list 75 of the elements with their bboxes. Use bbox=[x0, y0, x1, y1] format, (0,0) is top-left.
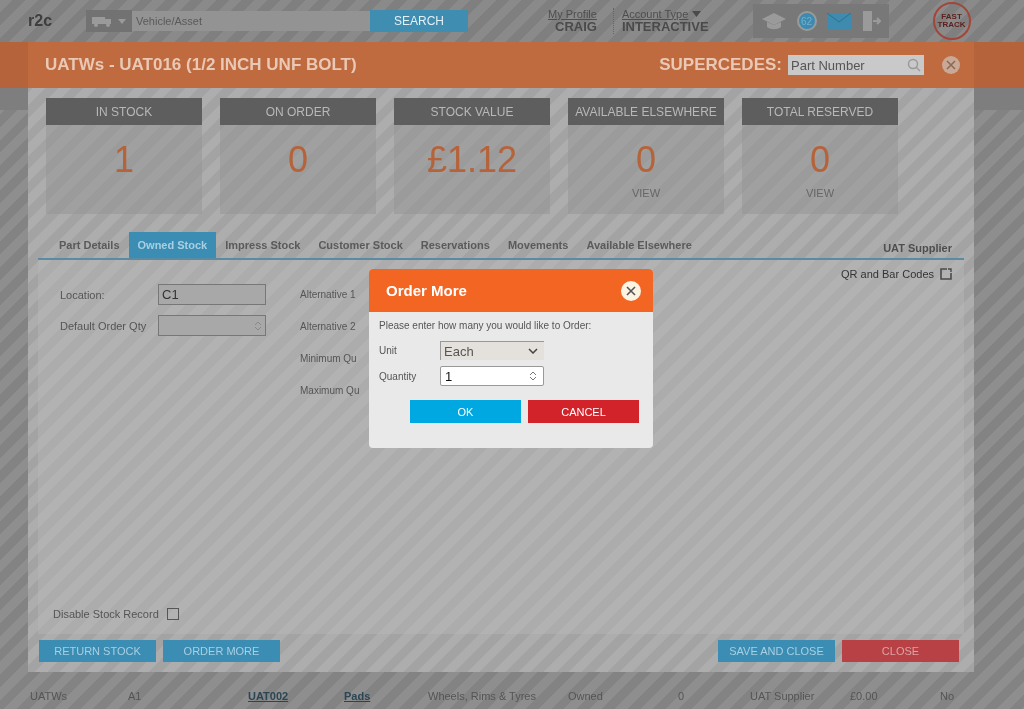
supplier-label: UAT Supplier bbox=[883, 242, 952, 256]
caret-icon bbox=[118, 18, 126, 24]
stat-value: 0 bbox=[810, 139, 830, 181]
text-field[interactable]: C1 bbox=[158, 284, 266, 305]
search-field[interactable]: Vehicle/Asset bbox=[132, 11, 370, 31]
unit-label: Unit bbox=[379, 345, 398, 356]
fast-track-badge[interactable]: FAST TRACK bbox=[932, 2, 971, 40]
qr-codes-link[interactable]: QR and Bar Codes bbox=[841, 268, 934, 280]
action-button[interactable]: CLOSE bbox=[842, 640, 959, 662]
mail-icon[interactable] bbox=[826, 13, 851, 29]
exit-icon[interactable] bbox=[860, 10, 881, 32]
cancel-button[interactable]: CANCEL bbox=[528, 400, 639, 423]
table-cell-text: A1 bbox=[128, 689, 143, 703]
field-label: Default Order Qty bbox=[60, 319, 148, 332]
search-button[interactable]: SEARCH bbox=[370, 10, 468, 32]
modal-title: UATWs - UAT016 (1/2 INCH UNF BOLT) bbox=[45, 55, 358, 75]
unit-dropdown[interactable]: Each bbox=[440, 341, 544, 360]
account-type: INTERACTIVE bbox=[621, 19, 709, 35]
stat-value: 0 bbox=[636, 139, 656, 181]
stat-label: STOCK VALUE bbox=[394, 98, 550, 125]
tab[interactable]: Reservations bbox=[411, 232, 499, 258]
stat-value: £1.12 bbox=[426, 139, 518, 181]
supercedes-label: SUPERCEDES: bbox=[659, 55, 782, 75]
logo[interactable]: r2c bbox=[28, 12, 80, 30]
dialog-title: Order More bbox=[386, 282, 467, 299]
checkbox[interactable] bbox=[166, 608, 179, 620]
external-link-icon[interactable] bbox=[940, 268, 952, 280]
field-label: Maximum Qu bbox=[300, 384, 360, 398]
user-name: CRAIG bbox=[555, 19, 597, 35]
field-label: Alternative 1 bbox=[300, 288, 357, 302]
part-number-field[interactable]: Part Number bbox=[788, 55, 904, 75]
tab[interactable]: Customer Stock bbox=[309, 232, 412, 258]
table-cell-text: UAT Supplier bbox=[750, 689, 816, 703]
stat-value: 0 bbox=[288, 139, 308, 181]
search-icon[interactable] bbox=[904, 55, 924, 75]
graduation-cap-icon[interactable] bbox=[760, 11, 787, 31]
action-button[interactable]: ORDER MORE bbox=[163, 640, 280, 662]
profile-link[interactable]: My Profile bbox=[548, 7, 597, 20]
stat-label: IN STOCK bbox=[46, 98, 202, 125]
field-label: Minimum Qu bbox=[300, 352, 358, 366]
number-field[interactable] bbox=[158, 315, 266, 336]
table-link[interactable]: UAT002 bbox=[248, 689, 344, 703]
view-link[interactable]: VIEW bbox=[805, 187, 835, 199]
tab[interactable]: Impress Stock bbox=[216, 232, 310, 258]
truck-icon bbox=[92, 15, 114, 27]
stat-label: AVAILABLE ELSEWHERE bbox=[568, 98, 724, 125]
tab[interactable]: Movements bbox=[498, 232, 578, 258]
view-link[interactable]: VIEW bbox=[631, 187, 661, 199]
table-cell-text: Wheels, Rims & Tyres bbox=[428, 689, 537, 703]
table-cell-text: Owned bbox=[568, 689, 604, 703]
tab[interactable]: Available Elsewhere bbox=[577, 232, 701, 258]
stat-label: TOTAL RESERVED bbox=[742, 98, 898, 125]
spinner-icon bbox=[529, 370, 537, 382]
field-label: Location: bbox=[60, 288, 106, 301]
field-label: Alternative 2 bbox=[300, 320, 357, 334]
dialog-message: Please enter how many you would like to Order: bbox=[379, 320, 593, 331]
tab[interactable]: Owned Stock bbox=[128, 232, 217, 258]
stat-label: ON ORDER bbox=[220, 98, 376, 125]
stat-value: 1 bbox=[114, 139, 134, 181]
account-type-link[interactable]: Account Type bbox=[621, 7, 689, 20]
table-link[interactable]: Pads bbox=[344, 689, 428, 703]
close-icon[interactable] bbox=[621, 280, 641, 301]
ok-button[interactable]: OK bbox=[410, 400, 521, 423]
table-cell-text: UATWs bbox=[30, 689, 69, 703]
caret-icon bbox=[692, 10, 702, 17]
action-button[interactable]: RETURN STOCK bbox=[39, 640, 156, 662]
spinner-icon bbox=[254, 319, 262, 332]
table-cell-text: No bbox=[940, 689, 956, 703]
quantity-label: Quantity bbox=[379, 370, 418, 382]
quantity-field[interactable]: 1 bbox=[440, 366, 544, 386]
tab[interactable]: Part Details bbox=[50, 232, 129, 258]
vehicle-type-dropdown[interactable] bbox=[86, 10, 132, 32]
checkbox-label: Disable Stock Record bbox=[53, 608, 159, 620]
chevron-down-icon bbox=[528, 348, 538, 354]
action-button[interactable]: SAVE AND CLOSE bbox=[718, 640, 835, 662]
